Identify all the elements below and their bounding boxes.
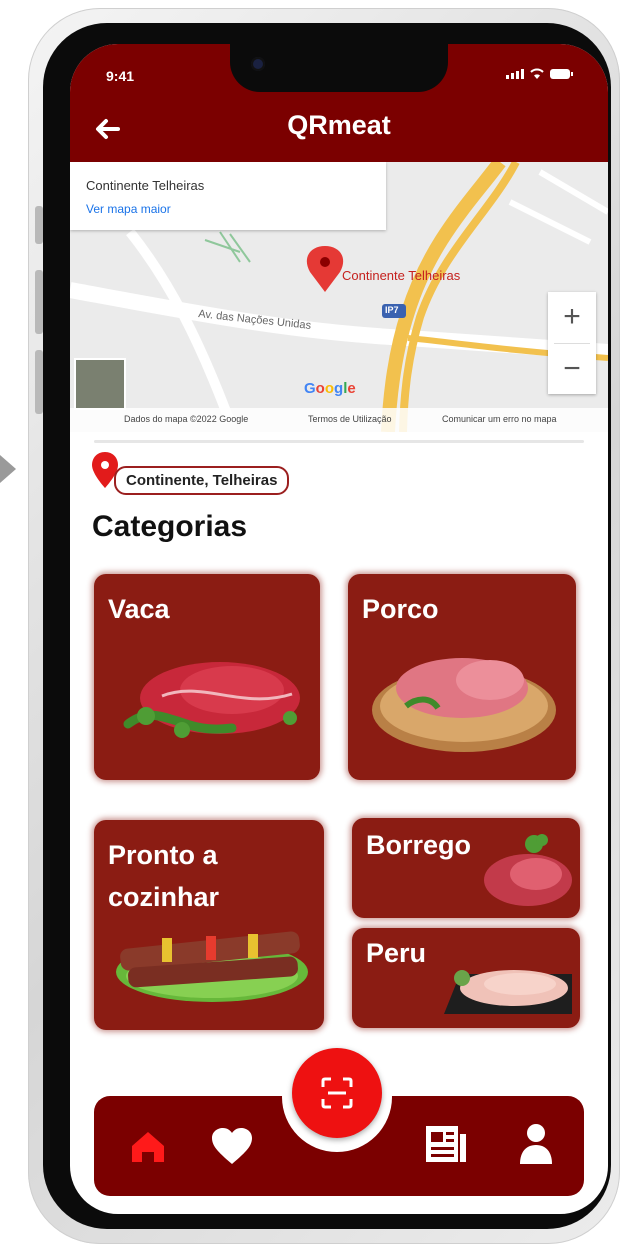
map-data-credit: Dados do mapa ©2022 Google xyxy=(124,414,249,424)
category-card-borrego[interactable]: Borrego xyxy=(352,818,580,918)
google-logo: Google xyxy=(304,380,356,397)
zoom-in-button[interactable]: + xyxy=(548,292,596,342)
app-header: 9:41 QRmeat xyxy=(70,44,608,162)
map-terms-link[interactable]: Termos de Utilização xyxy=(308,414,392,424)
wifi-icon xyxy=(530,68,544,79)
zoom-out-button[interactable]: − xyxy=(548,344,596,394)
status-icons xyxy=(506,68,573,79)
status-time: 9:41 xyxy=(106,68,135,84)
larger-map-link[interactable]: Ver mapa maior xyxy=(86,202,171,216)
category-card-porco[interactable]: Porco xyxy=(348,574,576,780)
category-label: Peru xyxy=(366,938,427,968)
heart-icon[interactable] xyxy=(210,1126,254,1166)
category-card-peru[interactable]: Peru xyxy=(352,928,580,1028)
map-place-name: Continente Telheiras xyxy=(86,178,205,193)
beef-image xyxy=(123,662,300,738)
user-icon[interactable] xyxy=(518,1122,554,1166)
battery-icon xyxy=(550,69,573,79)
home-icon[interactable] xyxy=(128,1126,168,1166)
qr-scan-button[interactable] xyxy=(292,1048,382,1138)
skewers-image xyxy=(116,931,308,1002)
category-label: Borrego xyxy=(366,830,472,860)
location-badge[interactable]: Continente, Telheiras xyxy=(114,466,290,495)
news-icon[interactable] xyxy=(424,1124,468,1164)
map-report-link[interactable]: Comunicar um erro no mapa xyxy=(442,414,557,424)
map-pin-label[interactable]: Continente Telheiras xyxy=(342,268,460,283)
app-screen: 9:41 QRmeat Continente Telheiras Ver map… xyxy=(70,44,608,1214)
road-shield: IP7 xyxy=(385,305,399,315)
volume-up-button xyxy=(35,270,43,334)
category-label: Pronto a cozinhar xyxy=(108,840,220,912)
lamb-image xyxy=(484,834,572,906)
category-label: Vaca xyxy=(108,594,170,624)
mute-switch xyxy=(35,206,43,244)
category-card-pronto-a-cozinhar[interactable]: Pronto a cozinhar xyxy=(94,820,324,1030)
map-info-card: Continente Telheiras Ver mapa maior xyxy=(70,162,386,230)
qr-scan-icon xyxy=(321,1077,353,1109)
category-card-vaca[interactable]: Vaca xyxy=(94,574,320,780)
map-footer: Dados do mapa ©2022 Google Termos de Uti… xyxy=(70,408,608,432)
satellite-toggle[interactable] xyxy=(74,358,126,410)
section-title: Categorias xyxy=(92,510,248,543)
left-arrow-marker xyxy=(0,455,16,483)
signal-icon xyxy=(506,69,524,79)
front-camera xyxy=(251,57,265,71)
page-title: QRmeat xyxy=(287,110,391,140)
turkey-image xyxy=(444,970,572,1014)
category-label: Porco xyxy=(362,594,439,624)
map-view[interactable]: Continente Telheiras Ver mapa maior Cont… xyxy=(70,162,608,432)
volume-down-button xyxy=(35,350,43,414)
map-zoom-controls: + − xyxy=(548,292,596,394)
pork-image xyxy=(372,658,556,752)
divider xyxy=(94,440,584,443)
